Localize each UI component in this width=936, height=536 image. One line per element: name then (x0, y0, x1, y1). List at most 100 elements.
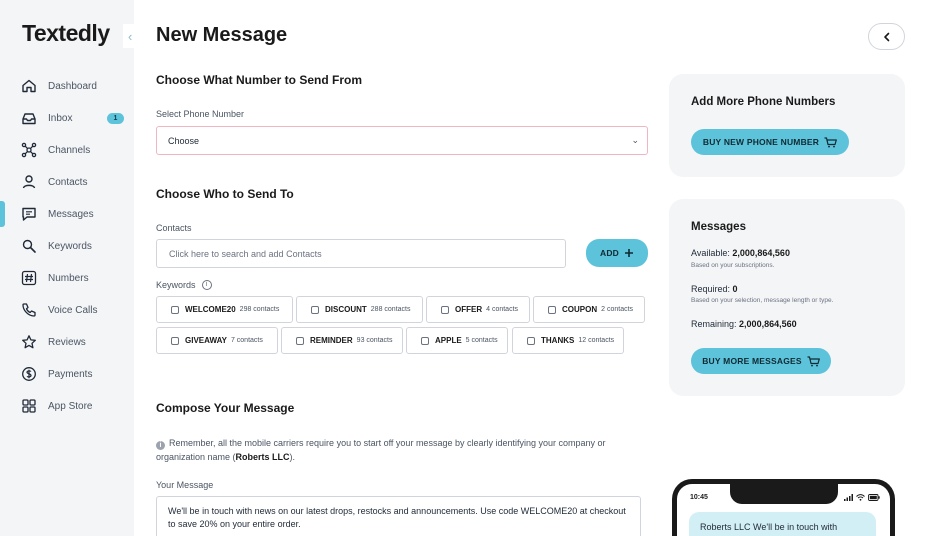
keyword-name: DISCOUNT (325, 305, 367, 314)
buy-more-messages-label: BUY MORE MESSAGES (702, 356, 802, 366)
phone-status-bar (844, 494, 880, 501)
checkbox[interactable] (296, 336, 304, 345)
user-icon (22, 175, 36, 189)
available-line: Available: 2,000,864,560 (691, 248, 790, 258)
buy-more-messages-button[interactable]: BUY MORE MESSAGES (691, 348, 831, 374)
page-title: New Message (156, 24, 288, 46)
phone-icon (22, 303, 36, 317)
sidebar-collapse-button[interactable]: ‹ (123, 24, 145, 48)
sidebar-item-dashboard[interactable]: Dashboard (0, 70, 134, 102)
sidebar-item-messages[interactable]: Messages (0, 198, 134, 230)
keyword-chip-coupon[interactable]: COUPON 2 contacts (533, 296, 645, 323)
plus-icon (625, 249, 633, 257)
keyword-chip-discount[interactable]: DISCOUNT 288 contacts (296, 296, 423, 323)
sidebar-item-keywords[interactable]: Keywords (0, 230, 134, 262)
buy-phone-number-label: BUY NEW PHONE NUMBER (702, 137, 820, 147)
sidebar-item-label: Numbers (48, 272, 89, 284)
messages-card-title: Messages (691, 221, 746, 233)
keyword-count: 12 contacts (578, 337, 615, 344)
keywords-label: Keywords (156, 280, 196, 290)
buy-phone-number-button[interactable]: BUY NEW PHONE NUMBER (691, 129, 849, 155)
sidebar-item-label: Keywords (48, 240, 92, 252)
info-icon[interactable]: i (201, 280, 212, 290)
sidebar-item-label: Contacts (48, 176, 88, 188)
keyword-count: 2 contacts (601, 306, 634, 313)
required-subtext: Based on your selection, message length … (691, 297, 834, 304)
from-section-title: Choose What Number to Send From (156, 73, 363, 87)
sidebar-item-label: Channels (48, 144, 91, 156)
checkbox[interactable] (527, 336, 535, 345)
checkbox[interactable] (548, 305, 556, 314)
keyword-chip-apple[interactable]: APPLE 5 contacts (406, 327, 508, 354)
available-value: 2,000,864,560 (732, 248, 790, 258)
remaining-label: Remaining: (691, 319, 737, 329)
phone-number-select[interactable]: Choose ⌄ (156, 126, 648, 155)
dollar-icon (22, 367, 36, 381)
battery-icon (868, 494, 880, 501)
contacts-search-input[interactable]: Click here to search and add Contacts (156, 239, 566, 268)
inbox-icon (22, 113, 36, 125)
sidebar-item-voice-calls[interactable]: Voice Calls (0, 294, 134, 326)
signal-icon (844, 494, 853, 501)
home-icon (22, 79, 36, 93)
keyword-chip-giveaway[interactable]: GIVEAWAY 7 contacts (156, 327, 278, 354)
carrier-notice: i Remember, all the mobile carriers requi… (156, 436, 636, 464)
remaining-value: 2,000,864,560 (739, 319, 797, 329)
sidebar-item-label: Payments (48, 368, 93, 380)
notice-text-end: ). (289, 452, 296, 462)
sidebar-item-payments[interactable]: Payments (0, 358, 134, 390)
contacts-label: Contacts (156, 223, 192, 233)
checkbox[interactable] (311, 305, 319, 314)
keyword-name: THANKS (541, 336, 575, 345)
grid-icon (22, 399, 36, 413)
remaining-line: Remaining: 2,000,864,560 (691, 319, 797, 329)
sidebar-item-channels[interactable]: Channels (0, 134, 134, 166)
keyword-count: 4 contacts (486, 306, 519, 313)
phone-preview: 10:45 Roberts LLC We'll be in touch with (672, 479, 895, 536)
sidebar-item-inbox[interactable]: Inbox 1 (0, 102, 134, 134)
required-value: 0 (732, 284, 738, 294)
keyword-name: APPLE (435, 336, 462, 345)
checkbox[interactable] (171, 336, 179, 345)
add-numbers-title: Add More Phone Numbers (691, 96, 836, 108)
to-section-title: Choose Who to Send To (156, 187, 294, 201)
checkbox[interactable] (421, 336, 429, 345)
message-label: Your Message (156, 480, 214, 490)
keyword-chip-offer[interactable]: OFFER 4 contacts (426, 296, 530, 323)
back-button[interactable] (868, 23, 905, 50)
messages-card: Messages Available: 2,000,864,560 Based … (669, 199, 905, 396)
checkbox[interactable] (441, 305, 449, 314)
keyword-chip-welcome20[interactable]: WELCOME20 298 contacts (156, 296, 293, 323)
info-icon: i (156, 441, 165, 450)
sidebar-item-label: Dashboard (48, 80, 97, 92)
sidebar-item-app-store[interactable]: App Store (0, 390, 134, 422)
message-icon (22, 207, 36, 221)
required-label: Required: (691, 284, 731, 294)
sidebar: Textedly Dashboard Inbox 1 Channels Cont… (0, 0, 134, 536)
keyword-name: WELCOME20 (185, 305, 236, 314)
message-preview-bubble: Roberts LLC We'll be in touch with (689, 512, 876, 536)
sidebar-item-numbers[interactable]: Numbers (0, 262, 134, 294)
sidebar-item-reviews[interactable]: Reviews (0, 326, 134, 358)
keyword-chip-thanks[interactable]: THANKS 12 contacts (512, 327, 624, 354)
sidebar-item-label: Inbox (48, 112, 73, 124)
checkbox[interactable] (171, 305, 179, 314)
required-line: Required: 0 (691, 284, 738, 294)
chevron-left-icon (883, 32, 889, 41)
sidebar-nav: Dashboard Inbox 1 Channels Contacts Mess… (0, 70, 134, 422)
sidebar-item-label: Reviews (48, 336, 86, 348)
sidebar-item-contacts[interactable]: Contacts (0, 166, 134, 198)
available-label: Available: (691, 248, 730, 258)
phone-time: 10:45 (690, 494, 708, 501)
keyword-name: COUPON (562, 305, 598, 314)
add-contacts-button[interactable]: ADD (586, 239, 648, 267)
cart-icon (807, 355, 820, 366)
chevron-left-icon: ‹ (128, 28, 133, 44)
app-logo[interactable]: Textedly (22, 20, 110, 47)
message-textarea[interactable]: We'll be in touch with news on our lates… (156, 496, 641, 536)
keyword-count: 93 contacts (356, 337, 393, 344)
phone-notch (730, 484, 838, 504)
keyword-chip-reminder[interactable]: REMINDER 93 contacts (281, 327, 403, 354)
phone-number-select-value: Choose (168, 135, 200, 146)
keyword-count: 298 contacts (239, 306, 280, 313)
